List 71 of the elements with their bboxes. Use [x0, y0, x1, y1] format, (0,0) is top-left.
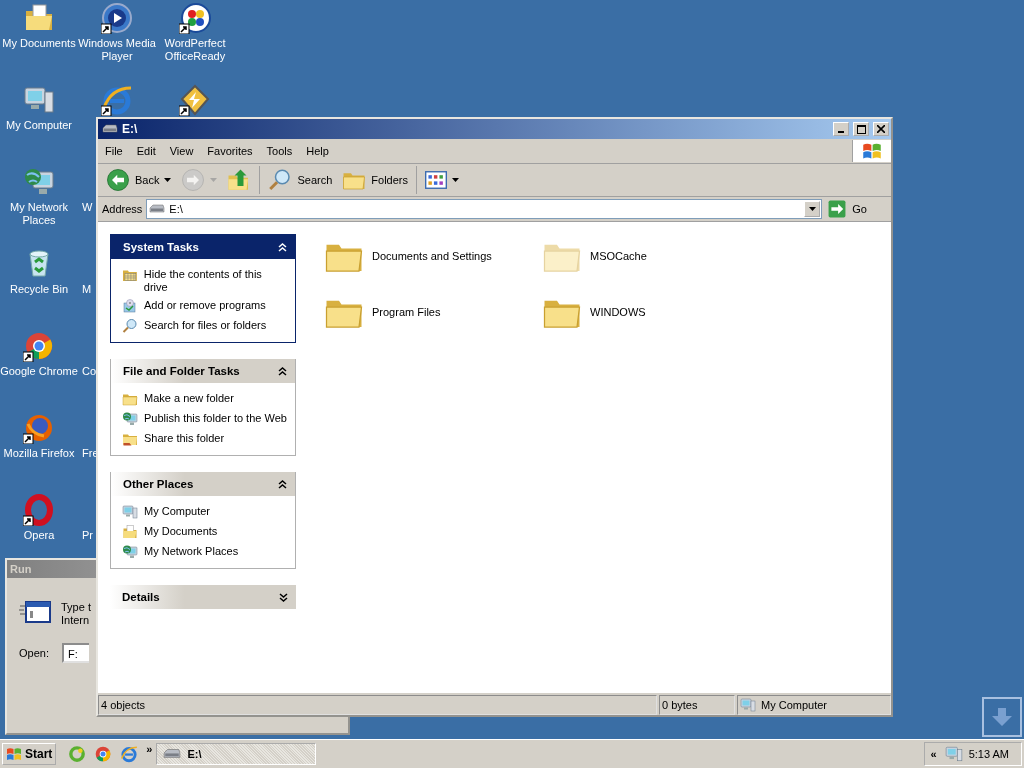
window-icon	[19, 598, 51, 626]
maximize-button[interactable]	[853, 122, 869, 136]
down-arrow-button[interactable]	[982, 697, 1022, 737]
network-computer-icon	[122, 544, 138, 560]
close-button[interactable]	[873, 122, 889, 136]
open-field[interactable]: F:	[62, 643, 89, 663]
computer-icon	[122, 504, 138, 520]
prompt-text: Type t Intern	[61, 600, 92, 627]
dropdown-button[interactable]	[804, 201, 821, 217]
folder-name[interactable]: Program Files	[372, 306, 441, 318]
start-button[interactable]: Start	[2, 743, 57, 765]
panel-header[interactable]: System Tasks	[111, 235, 295, 259]
menu-item[interactable]: Tools	[259, 145, 300, 157]
folder-name[interactable]: Documents and Settings	[372, 250, 492, 262]
computer-icon	[740, 697, 756, 713]
task-link[interactable]: My Network Places	[144, 544, 239, 558]
menu-item[interactable]: Help	[299, 145, 336, 157]
minimize-button[interactable]	[833, 122, 849, 136]
menu-item[interactable]: View	[162, 145, 201, 157]
go-arrow-icon	[828, 200, 847, 218]
task-link[interactable]: Publish this folder to the Web	[144, 411, 287, 425]
task-link[interactable]: Hide the contents of this drive	[143, 267, 287, 294]
caret-icon	[808, 207, 816, 211]
toolbar-button[interactable]: Search	[264, 166, 337, 194]
status-pane: 4 objects	[98, 695, 657, 715]
box-icon	[122, 298, 138, 314]
search-icon	[122, 318, 138, 334]
more-button[interactable]: »	[146, 743, 153, 755]
collapse-chevron-icon[interactable]	[278, 479, 287, 489]
window-title: E:\	[122, 122, 139, 136]
task-button[interactable]: E:\	[156, 743, 317, 765]
address-field[interactable]: E:\	[146, 199, 823, 219]
windows-flag-icon	[862, 141, 882, 161]
quick-launch-button[interactable]	[120, 745, 139, 763]
task-link[interactable]: Search for files or folders	[144, 318, 267, 332]
tray-toggle[interactable]: «	[928, 748, 939, 760]
down-arrow-icon	[991, 708, 1013, 726]
ring-icon	[68, 745, 87, 763]
views-icon	[425, 169, 447, 191]
address-label: Address	[102, 203, 143, 215]
go-button[interactable]: Go	[826, 198, 887, 220]
quick-launch-button[interactable]	[94, 745, 113, 763]
status-pane: 0 bytes	[659, 695, 735, 715]
task-link[interactable]: Make a new folder	[144, 391, 234, 405]
menu-item[interactable]: Edit	[129, 145, 163, 157]
clock: 5:13 AM	[968, 748, 1009, 760]
documents-folder-icon	[122, 524, 138, 540]
status-pane: My Computer	[737, 695, 891, 715]
browser-icon	[94, 745, 113, 763]
desktop-icon-label[interactable]: My Computer	[0, 119, 82, 132]
field-label: Open:	[19, 646, 50, 661]
desktop-icon-label[interactable]: Mozilla Firefox	[0, 447, 82, 460]
menu-item[interactable]: Favorites	[200, 145, 260, 157]
globe-icon	[122, 411, 138, 427]
search-icon	[268, 168, 293, 192]
menu-item[interactable]: File	[98, 145, 130, 157]
task-link[interactable]: My Documents	[144, 524, 218, 538]
browser-icon	[120, 745, 139, 763]
toolbar-button[interactable]: Folders	[338, 166, 412, 194]
task-link[interactable]: Share this folder	[144, 431, 225, 445]
monitor-icon	[944, 745, 963, 763]
task-link[interactable]: My Computer	[144, 504, 211, 518]
expand-chevron-icon[interactable]	[279, 592, 288, 602]
toolbar-button[interactable]: Back	[102, 166, 176, 194]
collapse-chevron-icon[interactable]	[278, 366, 287, 376]
task-link[interactable]: Add or remove programs	[144, 298, 266, 312]
close-icon	[877, 125, 885, 133]
folder-name[interactable]: MSOCache	[590, 250, 647, 262]
windows-flag-icon	[6, 746, 22, 762]
maximize-icon	[856, 124, 866, 134]
folder-name[interactable]: WINDOWS	[590, 306, 646, 318]
